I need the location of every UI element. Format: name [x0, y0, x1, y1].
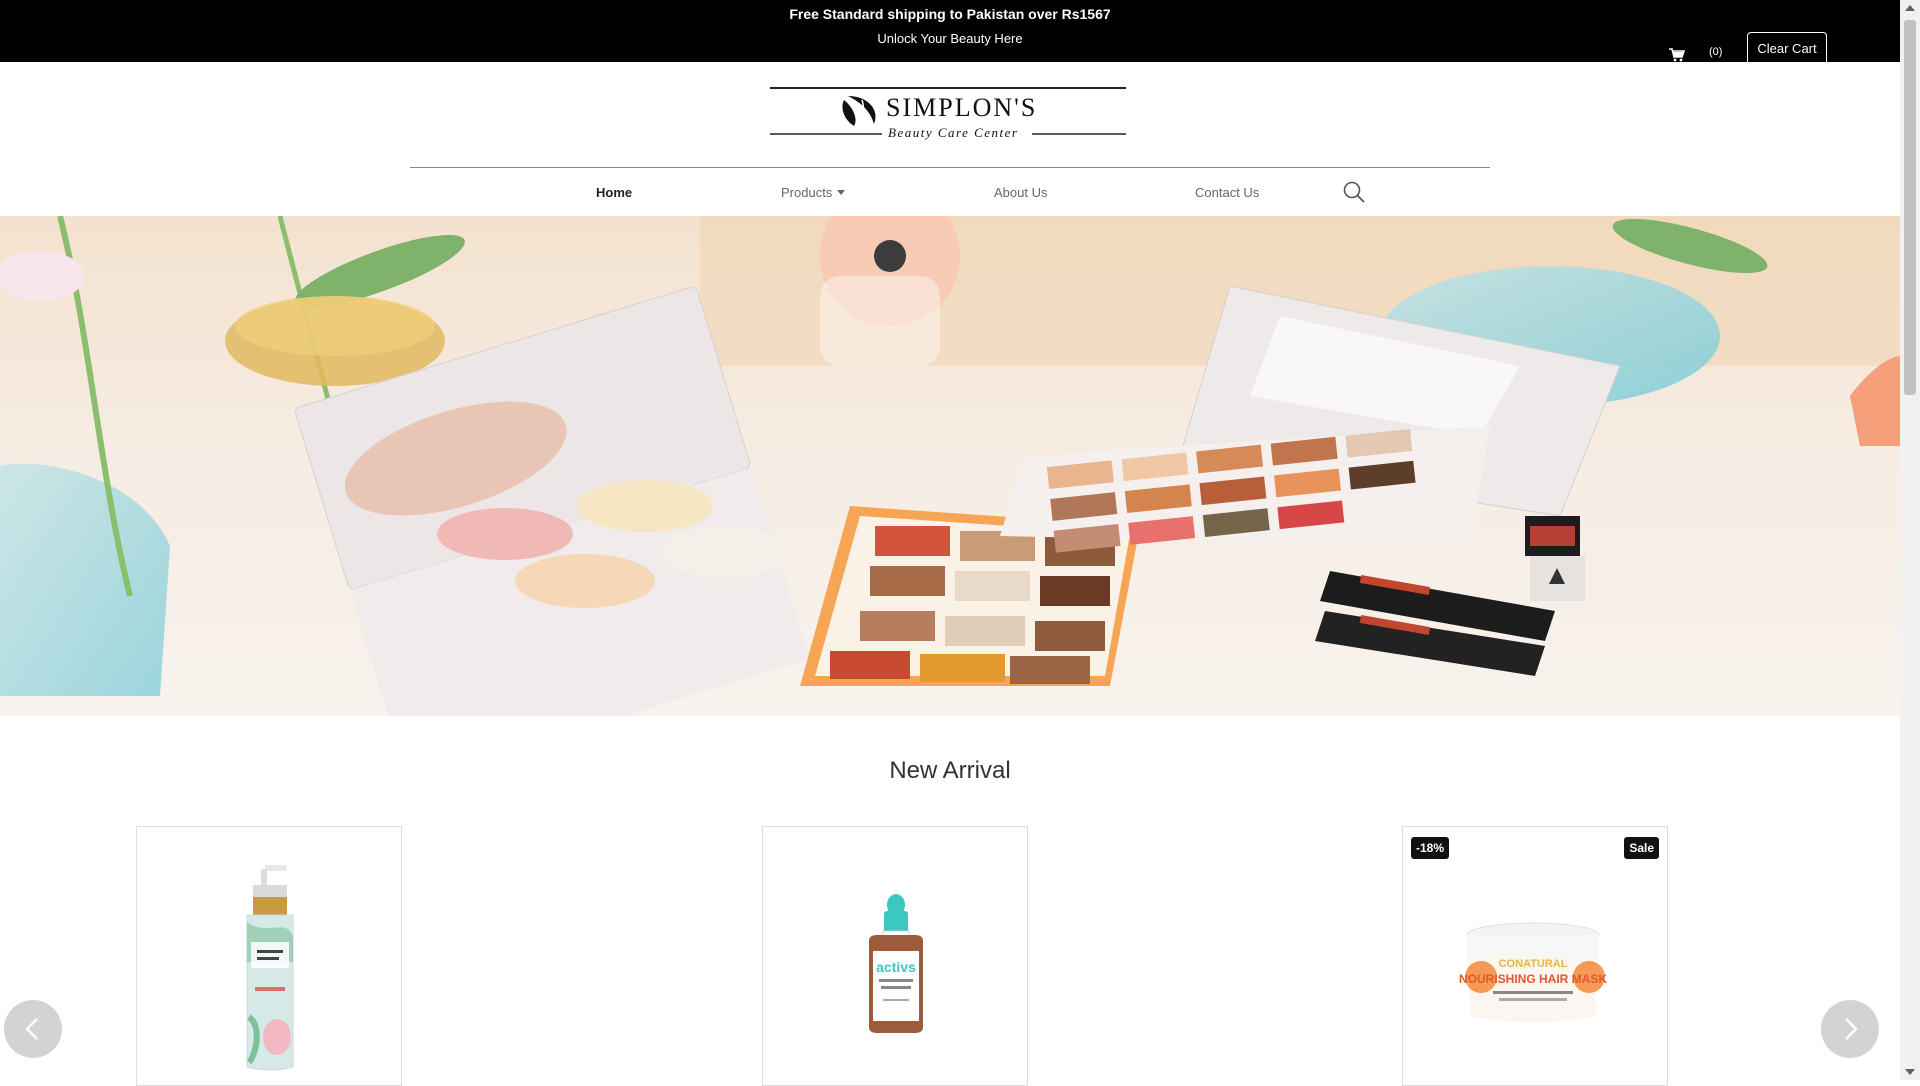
- clear-cart-button[interactable]: Clear Cart: [1747, 32, 1827, 62]
- cart-count: (0): [1709, 46, 1723, 58]
- chevron-down-icon: [837, 190, 846, 195]
- nav-products-label: Products: [781, 185, 833, 200]
- search-icon[interactable]: [1342, 180, 1366, 204]
- product-card[interactable]: CONATURAL NOURISHING HAIR MASK -18% Sale: [1402, 826, 1668, 1086]
- nav-contact[interactable]: Contact Us: [1195, 185, 1259, 200]
- chevron-right-icon: [1845, 1018, 1858, 1040]
- carousel-next-button[interactable]: [1821, 1000, 1879, 1058]
- tagline-announcement: Unlock Your Beauty Here: [877, 31, 1023, 46]
- svg-text:activs: activs: [876, 959, 916, 975]
- site-logo[interactable]: SIMPLON'S Beauty Care Center: [770, 86, 1126, 140]
- scroll-down-icon[interactable]: [1905, 1069, 1915, 1075]
- makeup-palettes-hero-image: [0, 216, 1900, 716]
- nav-about[interactable]: About Us: [994, 185, 1047, 200]
- logo-tagline: Beauty Care Center: [888, 125, 1019, 140]
- hero-banner: [0, 216, 1900, 716]
- announcement-bar: Free Standard shipping to Pakistan over …: [0, 0, 1900, 62]
- product-card[interactable]: [136, 826, 402, 1086]
- moisturizing-body-lotion-image: [246, 865, 294, 1071]
- section-title: New Arrival: [889, 757, 1011, 784]
- sale-badge: Sale: [1624, 837, 1659, 859]
- scrollbar-thumb[interactable]: [1904, 20, 1916, 395]
- leaf-logo-icon: [842, 96, 876, 126]
- nourishing-hair-mask-image: CONATURAL NOURISHING HAIR MASK: [1459, 922, 1607, 1022]
- shipping-announcement: Free Standard shipping to Pakistan over …: [789, 6, 1111, 22]
- scroll-up-icon[interactable]: [1905, 5, 1915, 11]
- chevron-left-icon: [25, 1018, 38, 1040]
- discount-badge: -18%: [1411, 837, 1450, 859]
- page-scrollbar[interactable]: [1900, 0, 1920, 1080]
- carousel-prev-button[interactable]: [4, 1000, 62, 1058]
- cart-icon[interactable]: [1669, 48, 1685, 62]
- product-card[interactable]: activs: [762, 826, 1028, 1086]
- logo-name: SIMPLON'S: [886, 93, 1037, 122]
- super-actives-serum-image: activs: [869, 894, 923, 1033]
- nav-products-dropdown[interactable]: Products: [781, 185, 846, 200]
- svg-text:NOURISHING HAIR MASK: NOURISHING HAIR MASK: [1459, 972, 1607, 986]
- main-nav: Home Products About Us Contact Us: [0, 168, 1900, 216]
- svg-text:CONATURAL: CONATURAL: [1499, 958, 1568, 970]
- nav-home[interactable]: Home: [596, 185, 632, 200]
